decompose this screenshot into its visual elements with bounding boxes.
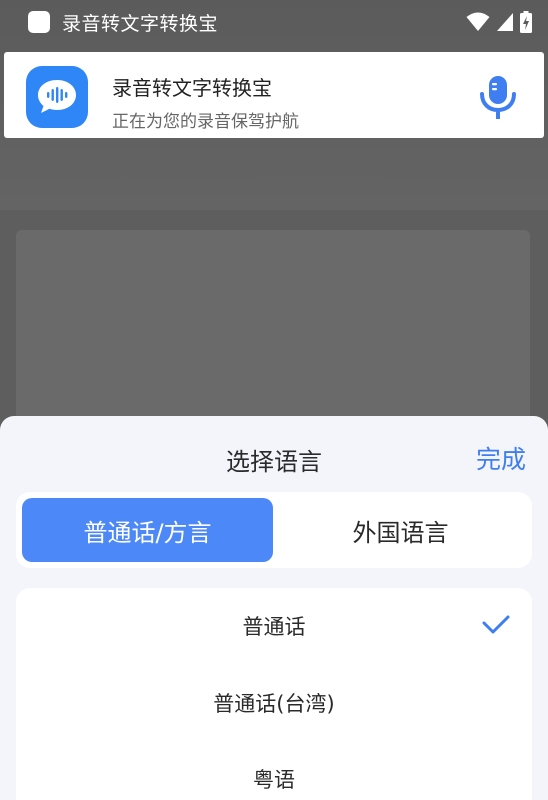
language-item-mandarin-taiwan[interactable]: 普通话(台湾) <box>16 673 532 733</box>
microphone-icon[interactable] <box>478 74 518 122</box>
status-icons <box>466 11 532 33</box>
language-picker-sheet: 选择语言 完成 普通话/方言 外国语言 普通话 普通话(台湾) 粤语 <box>0 416 548 800</box>
app-icon <box>28 11 50 33</box>
language-item-label: 粤语 <box>253 768 295 792</box>
done-button[interactable]: 完成 <box>476 440 526 476</box>
status-bar: 录音转文字转换宝 <box>0 0 548 44</box>
recording-notification[interactable]: 录音转文字转换宝 正在为您的录音保驾护航 <box>4 52 544 138</box>
language-item-label: 普通话 <box>242 615 306 639</box>
tab-foreign-language[interactable]: 外国语言 <box>275 498 526 562</box>
language-type-segmented-control: 普通话/方言 外国语言 <box>16 492 532 568</box>
language-item-label: 普通话(台湾) <box>213 692 335 716</box>
voice-wave-icon <box>26 66 88 128</box>
battery-icon <box>520 11 532 33</box>
dimmed-content-card <box>16 230 530 440</box>
notification-subtitle: 正在为您的录音保驾护航 <box>112 112 299 132</box>
status-app-title: 录音转文字转换宝 <box>62 12 219 35</box>
tab-mandarin-dialect[interactable]: 普通话/方言 <box>22 498 273 562</box>
wifi-icon <box>466 12 490 32</box>
sheet-title: 选择语言 <box>226 448 322 476</box>
language-item-cantonese[interactable]: 粤语 <box>16 749 532 800</box>
checkmark-icon <box>482 614 510 643</box>
language-item-mandarin[interactable]: 普通话 <box>16 596 532 656</box>
notification-title: 录音转文字转换宝 <box>112 76 272 100</box>
signal-icon <box>496 12 514 32</box>
language-list: 普通话 普通话(台湾) 粤语 <box>16 588 532 800</box>
